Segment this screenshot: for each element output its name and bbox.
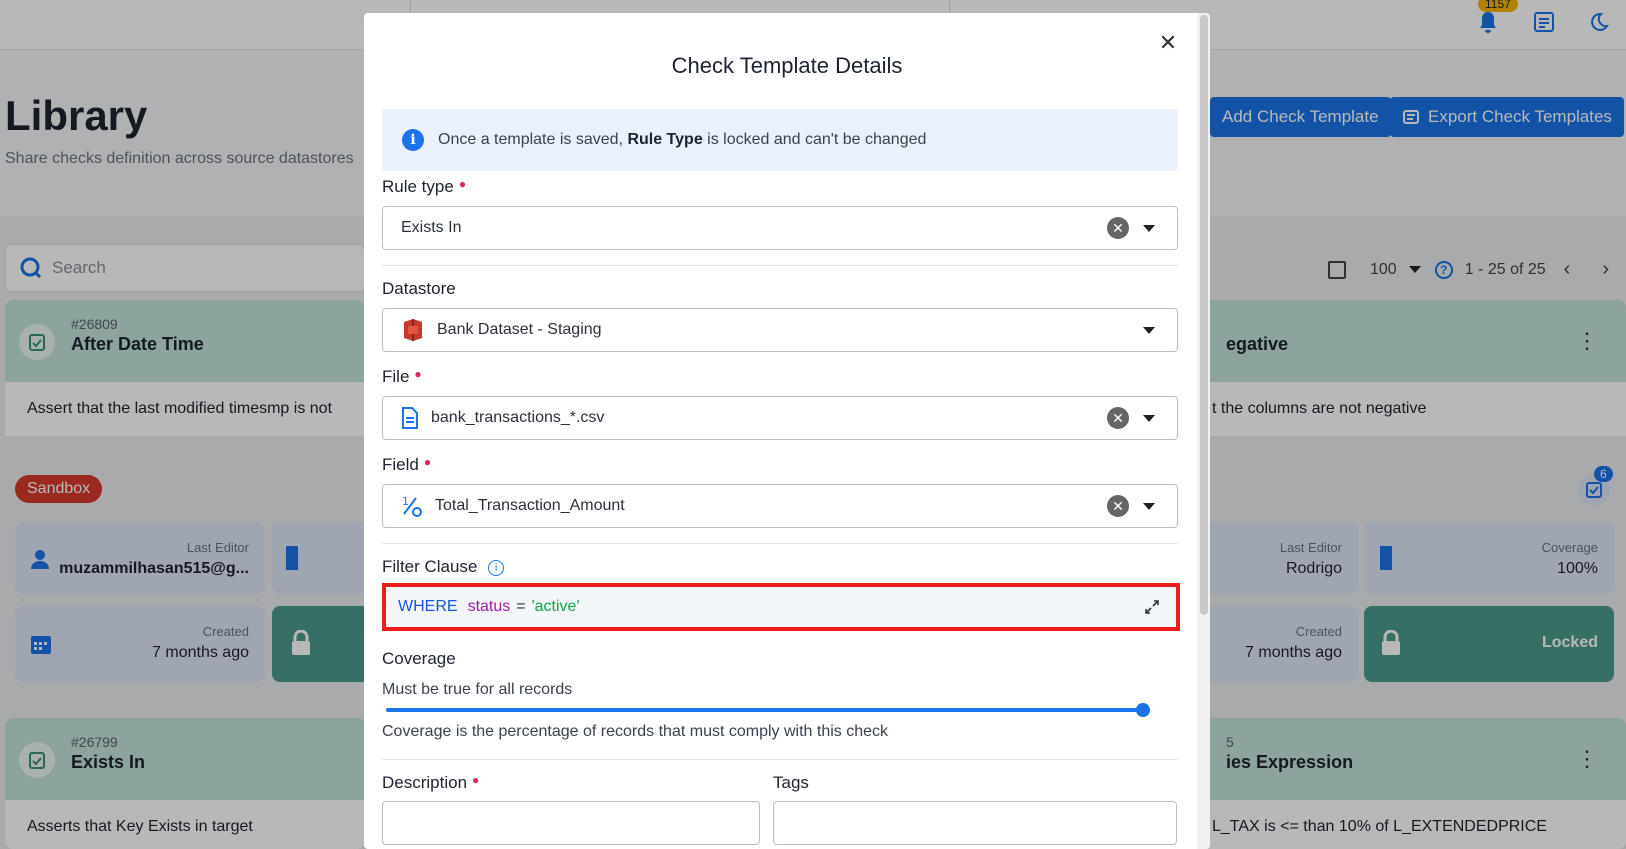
datastore-label: Datastore	[382, 279, 456, 298]
coverage-slider-handle[interactable]	[1136, 703, 1150, 717]
info-suffix: is locked and can't be changed	[707, 131, 927, 148]
file-icon	[401, 407, 419, 429]
coverage-slider-track[interactable]	[386, 708, 1146, 712]
coverage-label: Coverage	[382, 649, 456, 668]
coverage-hint: Coverage is the percentage of records th…	[382, 723, 889, 740]
chevron-down-icon[interactable]	[1143, 326, 1155, 334]
divider	[382, 759, 1178, 760]
check-template-modal: Check Template Details ✕ i Once a templa…	[364, 13, 1210, 849]
clear-icon[interactable]: ✕	[1107, 217, 1129, 239]
info-icon: i	[402, 129, 424, 151]
rule-type-value: Exists In	[401, 219, 462, 236]
field-label: Field ●	[382, 455, 432, 474]
file-value: bank_transactions_*.csv	[431, 409, 605, 426]
sql-field: status	[467, 598, 511, 615]
fractional-number-icon: 1	[401, 494, 423, 518]
rule-type-select[interactable]: Exists In ✕	[382, 206, 1178, 250]
sql-operator: =	[516, 598, 526, 615]
info-prefix: Once a template is saved,	[438, 131, 623, 148]
info-text: Once a template is saved, Rule Type is l…	[438, 131, 926, 149]
rule-type-label: Rule type ●	[382, 177, 467, 196]
svg-text:1: 1	[402, 495, 409, 508]
filter-clause-editor[interactable]: WHERE status = 'active'	[382, 583, 1180, 631]
divider	[382, 543, 1178, 544]
close-icon[interactable]: ✕	[1154, 29, 1182, 57]
chevron-down-icon[interactable]	[1143, 414, 1155, 422]
required-indicator: ●	[472, 773, 480, 787]
scrollbar-thumb[interactable]	[1200, 15, 1208, 615]
required-indicator: ●	[414, 367, 422, 381]
expand-icon[interactable]	[1144, 599, 1160, 615]
sql-keyword: WHERE	[398, 598, 458, 615]
info-outline-icon[interactable]: i	[488, 559, 505, 576]
tags-input[interactable]	[773, 801, 1177, 845]
file-label: File ●	[382, 367, 422, 386]
field-value: Total_Transaction_Amount	[435, 497, 625, 514]
required-indicator: ●	[458, 177, 467, 191]
divider	[382, 265, 1178, 266]
coverage-description: Must be true for all records	[382, 681, 573, 698]
chevron-down-icon[interactable]	[1143, 502, 1155, 510]
description-label: Description ●	[382, 773, 480, 792]
field-select[interactable]: 1 Total_Transaction_Amount ✕	[382, 484, 1178, 528]
datastore-value: Bank Dataset - Staging	[437, 321, 602, 338]
amazon-s3-icon	[401, 317, 425, 343]
clear-icon[interactable]: ✕	[1107, 495, 1129, 517]
modal-title: Check Template Details	[671, 53, 903, 78]
sql-value: 'active'	[531, 598, 580, 615]
info-bold: Rule Type	[627, 131, 703, 148]
filter-clause-label: Filter Clause i	[382, 557, 505, 577]
info-banner: i Once a template is saved, Rule Type is…	[382, 109, 1178, 171]
chevron-down-icon[interactable]	[1143, 224, 1155, 232]
datastore-select[interactable]: Bank Dataset - Staging	[382, 308, 1178, 352]
file-select[interactable]: bank_transactions_*.csv ✕	[382, 396, 1178, 440]
clear-icon[interactable]: ✕	[1107, 407, 1129, 429]
required-indicator: ●	[423, 455, 432, 469]
description-input[interactable]	[382, 801, 760, 845]
tags-label: Tags	[773, 773, 809, 792]
